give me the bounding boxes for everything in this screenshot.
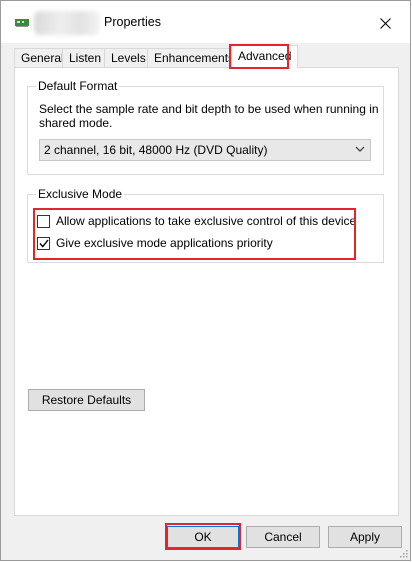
tab-listen[interactable]: Listen: [62, 48, 109, 67]
apply-button[interactable]: Apply: [328, 526, 402, 548]
default-format-group: Default Format Select the sample rate an…: [27, 79, 384, 175]
default-format-label: Default Format: [36, 79, 120, 93]
format-dropdown-value: 2 channel, 16 bit, 48000 Hz (DVD Quality…: [44, 143, 268, 157]
close-button[interactable]: [372, 11, 398, 35]
chevron-down-icon: [355, 146, 365, 152]
advanced-tab-highlight: [229, 44, 289, 69]
properties-dialog: Properties General Listen Levels Enhance…: [0, 0, 411, 561]
resize-grip-icon[interactable]: [398, 548, 408, 558]
tab-levels[interactable]: Levels: [104, 48, 153, 67]
ok-button-highlight: [165, 523, 241, 550]
exclusive-mode-label: Exclusive Mode: [36, 187, 125, 201]
cancel-button[interactable]: Cancel: [246, 526, 320, 548]
title-bar[interactable]: Properties: [1, 1, 410, 43]
close-icon: [379, 17, 391, 29]
advanced-panel: Default Format Select the sample rate an…: [14, 67, 399, 516]
default-format-description: Select the sample rate and bit depth to …: [39, 102, 379, 130]
exclusive-options-highlight: [33, 208, 356, 260]
tab-enhancements[interactable]: Enhancements: [147, 48, 242, 67]
device-name-redacted: [34, 11, 100, 35]
dialog-body: General Listen Levels Enhancements Advan…: [1, 43, 410, 560]
restore-defaults-button[interactable]: Restore Defaults: [28, 389, 145, 411]
exclusive-mode-group: Exclusive Mode Allow applications to tak…: [27, 187, 384, 263]
format-dropdown[interactable]: 2 channel, 16 bit, 48000 Hz (DVD Quality…: [39, 139, 371, 161]
sound-card-icon: [15, 19, 29, 27]
window-title: Properties: [104, 15, 161, 29]
